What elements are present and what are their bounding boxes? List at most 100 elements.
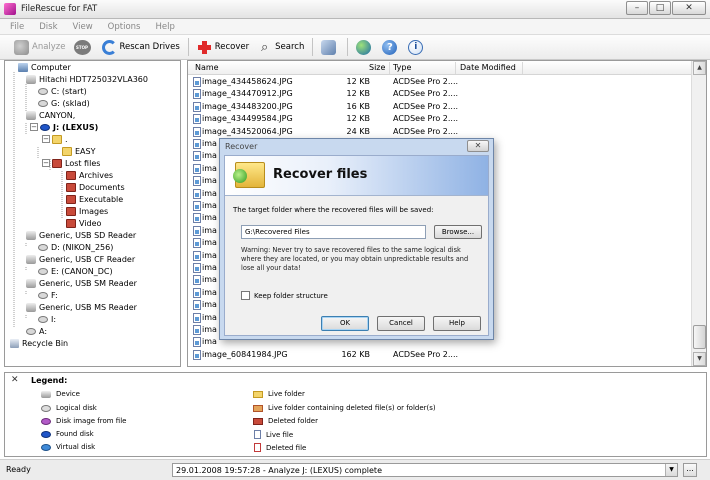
tree-item-drive-g[interactable]: G: (sklad) [38, 97, 90, 109]
log-details-button[interactable]: ... [683, 463, 697, 477]
column-name[interactable]: Name [195, 63, 219, 72]
folder-with-deleted-icon [253, 404, 263, 412]
device-tree[interactable]: Computer Hitachi HDT725032VLA360 C: (sta… [4, 60, 181, 367]
tree-item-recycle-bin[interactable]: Recycle Bin [10, 337, 68, 349]
tree-item-drive-e[interactable]: E: (CANON_DC) [38, 265, 113, 277]
tree-item-canyon[interactable]: CANYON, [26, 109, 75, 121]
toolbar-separator [312, 38, 314, 56]
menu-options[interactable]: Options [108, 22, 141, 32]
search-button[interactable]: ⌕ Search [257, 40, 304, 55]
tree-item-lost-files[interactable]: Lost files [52, 157, 100, 169]
tree-item-video[interactable]: Video [66, 217, 101, 229]
ok-button[interactable]: OK [321, 316, 369, 331]
title-bar: FileRescue for FAT – □ ✕ [0, 0, 710, 19]
maximize-button[interactable]: □ [649, 1, 671, 15]
keep-structure-checkbox[interactable] [241, 291, 250, 300]
column-size[interactable]: Size [369, 63, 385, 72]
minimize-button[interactable]: – [626, 1, 648, 15]
tree-item-root-folder[interactable]: . [52, 133, 68, 145]
dialog-close-button[interactable]: ✕ [467, 140, 489, 152]
analyze-button[interactable]: Analyze [14, 39, 66, 55]
file-name: ima [202, 163, 217, 173]
menu-file[interactable]: File [10, 22, 24, 32]
tree-item-computer[interactable]: Computer [18, 61, 71, 73]
help-icon: ? [382, 39, 398, 55]
deleted-folder-icon [66, 170, 76, 180]
chevron-down-icon[interactable]: ▼ [665, 464, 677, 476]
tree-item-drive-a[interactable]: A: [26, 325, 47, 337]
table-row[interactable]: image_434483200.JPG 16 KB ACDSee Pro 2.... [188, 101, 691, 113]
column-date-modified[interactable]: Date Modified [460, 63, 516, 72]
table-row[interactable]: image_434470912.JPG 12 KB ACDSee Pro 2.... [188, 88, 691, 100]
file-name: ima [202, 287, 217, 297]
recover-button[interactable]: Recover [197, 40, 249, 55]
tree-item-usb-sm-reader[interactable]: Generic, USB SM Reader [26, 277, 137, 289]
table-row[interactable]: image_434458624.JPG 12 KB ACDSee Pro 2.... [188, 76, 691, 88]
menu-help[interactable]: Help [155, 22, 174, 32]
legend-close-icon[interactable]: ✕ [11, 375, 19, 385]
help-button[interactable]: ? [382, 39, 400, 55]
wizard-button[interactable] [321, 39, 339, 55]
deleted-folder-icon [253, 417, 263, 425]
tree-item-drive-c[interactable]: C: (start) [38, 85, 87, 97]
website-button[interactable] [356, 39, 374, 55]
legend-item-deleted-folder: Deleted folder [253, 417, 318, 425]
column-type[interactable]: Type [393, 63, 411, 72]
image-file-icon [193, 275, 201, 286]
tree-item-drive-j[interactable]: J: (LEXUS) [40, 121, 98, 133]
wizard-icon [321, 39, 337, 55]
scroll-up-button[interactable]: ▲ [693, 61, 706, 75]
tree-item-usb-sd-reader[interactable]: Generic, USB SD Reader [26, 229, 136, 241]
disk-image-icon [41, 417, 51, 425]
file-size: 12 KB [346, 114, 370, 124]
tree-item-archives[interactable]: Archives [66, 169, 113, 181]
tree-item-easy[interactable]: EASY [62, 145, 96, 157]
legend-item-device: Device [41, 390, 80, 398]
tree-item-usb-cf-reader[interactable]: Generic, USB CF Reader [26, 253, 135, 265]
collapse-toggle[interactable]: − [30, 123, 38, 131]
table-row[interactable]: image_434499584.JPG 12 KB ACDSee Pro 2.... [188, 113, 691, 125]
help-button[interactable]: Help [433, 316, 481, 331]
stop-button[interactable]: STOP [73, 39, 94, 55]
tree-item-drive-f[interactable]: F: [38, 289, 58, 301]
keep-structure-option[interactable]: Keep folder structure [241, 291, 328, 300]
tree-item-hitachi[interactable]: Hitachi HDT725032VLA360 [26, 73, 148, 85]
file-name: image_434520064.JPG [202, 126, 293, 136]
tree-item-documents[interactable]: Documents [66, 181, 125, 193]
table-row[interactable]: image_60841984.JPG 162 KB ACDSee Pro 2.... [188, 349, 691, 361]
menu-disk[interactable]: Disk [39, 22, 57, 32]
rescan-icon [101, 39, 117, 55]
dialog-title: Recover [225, 142, 258, 151]
file-size: 162 KB [341, 349, 370, 359]
menu-view[interactable]: View [73, 22, 93, 32]
collapse-toggle[interactable]: − [42, 159, 50, 167]
log-dropdown[interactable]: 29.01.2008 19:57:28 - Analyze J: (LEXUS)… [172, 463, 678, 477]
close-button[interactable]: ✕ [672, 1, 706, 15]
device-icon [26, 74, 36, 84]
rescan-drives-button[interactable]: Rescan Drives [101, 39, 180, 55]
dialog-banner: Recover files [225, 156, 488, 196]
tree-item-drive-i[interactable]: I: [38, 313, 56, 325]
cancel-button[interactable]: Cancel [377, 316, 425, 331]
target-folder-input[interactable]: G:\Recovered Files [241, 225, 426, 239]
image-file-icon [193, 101, 201, 112]
dialog-title-bar[interactable]: Recover ✕ [220, 139, 493, 154]
tree-item-drive-d[interactable]: D: (NIKON_256) [38, 241, 113, 253]
table-row[interactable]: image_434520064.JPG 24 KB ACDSee Pro 2.... [188, 126, 691, 138]
column-divider[interactable] [455, 62, 456, 74]
tree-item-usb-ms-reader[interactable]: Generic, USB MS Reader [26, 301, 137, 313]
logical-disk-icon [38, 291, 48, 299]
deleted-folder-icon [66, 182, 76, 192]
scroll-thumb[interactable] [693, 325, 706, 349]
scroll-down-button[interactable]: ▼ [693, 352, 706, 366]
about-button[interactable]: i [408, 39, 426, 55]
column-divider[interactable] [389, 62, 390, 74]
browse-button[interactable]: Browse... [434, 225, 482, 239]
collapse-toggle[interactable]: − [42, 135, 50, 143]
tree-item-images[interactable]: Images [66, 205, 108, 217]
image-file-icon [193, 114, 201, 125]
file-name: ima [202, 312, 217, 322]
column-divider[interactable] [522, 62, 523, 74]
vertical-scrollbar[interactable]: ▲ ▼ [691, 61, 706, 366]
tree-item-executable[interactable]: Executable [66, 193, 123, 205]
